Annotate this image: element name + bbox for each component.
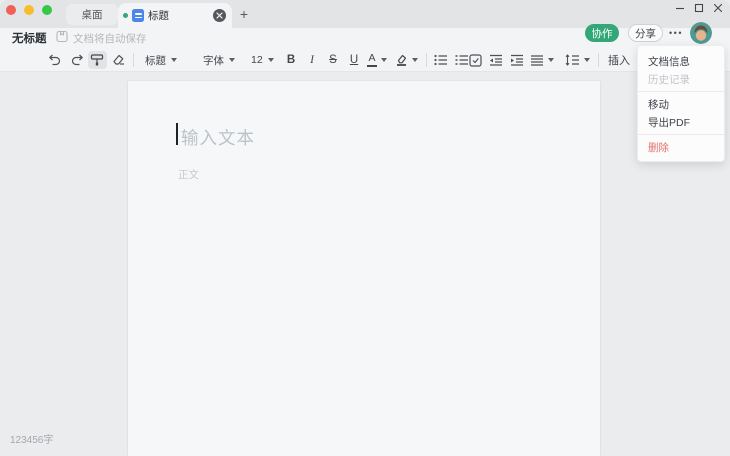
italic-button[interactable]: I (304, 52, 320, 68)
close-traffic-icon[interactable] (6, 5, 16, 15)
user-avatar[interactable] (690, 22, 712, 44)
chevron-down-icon (548, 58, 554, 62)
share-button[interactable]: 分享 (628, 24, 663, 42)
highlighter-icon (395, 53, 408, 67)
tab-document[interactable]: 标题 (118, 3, 232, 28)
line-spacing-dropdown[interactable] (565, 52, 590, 68)
document-page[interactable]: 输入文本 正文 (128, 81, 600, 456)
menu-item-history: 历史记录 (638, 70, 724, 88)
underline-label: U (349, 54, 359, 66)
unsaved-dot-icon (123, 13, 128, 18)
strikethrough-button[interactable]: S (325, 52, 341, 68)
align-icon (530, 54, 544, 66)
tab-document-label: 标题 (148, 10, 169, 22)
more-options-icon: ••• (669, 28, 683, 38)
tab-bar: 桌面 标题 + (0, 0, 730, 28)
chevron-down-icon (584, 58, 590, 62)
menu-item-doc-info[interactable]: 文档信息 (638, 52, 724, 70)
menu-item-doc-info-label: 文档信息 (648, 55, 690, 68)
bold-label: B (286, 54, 296, 66)
format-painter-icon[interactable] (89, 52, 105, 68)
align-dropdown[interactable] (530, 52, 554, 68)
menu-item-delete-label: 删除 (648, 141, 669, 154)
toolbar-separator (598, 53, 599, 67)
tab-desktop[interactable]: 桌面 (66, 4, 118, 25)
word-count: 123456字 (10, 435, 54, 446)
window-close-icon[interactable] (711, 1, 724, 14)
bullet-list-icon[interactable] (433, 52, 449, 68)
menu-item-history-label: 历史记录 (648, 73, 690, 86)
chevron-down-icon (412, 58, 418, 62)
menu-item-move-label: 移动 (648, 98, 669, 111)
font-size-dropdown[interactable]: 12 (251, 52, 274, 68)
heading-style-label: 标题 (145, 54, 166, 67)
undo-icon[interactable] (46, 52, 62, 68)
more-options-menu: 文档信息 历史记录 移动 导出PDF 删除 (637, 45, 725, 162)
checkbox-list-icon[interactable] (467, 52, 483, 68)
chevron-down-icon (381, 58, 387, 62)
share-label: 分享 (635, 27, 656, 40)
font-size-value: 12 (251, 54, 263, 66)
font-family-dropdown[interactable]: 字体 (203, 52, 235, 68)
font-family-label: 字体 (203, 54, 224, 67)
document-canvas: 输入文本 正文 123456字 (0, 72, 730, 456)
outdent-icon[interactable] (488, 52, 504, 68)
new-tab-button[interactable]: + (236, 6, 252, 22)
bold-button[interactable]: B (283, 52, 299, 68)
chevron-down-icon (171, 58, 177, 62)
eraser-icon[interactable] (110, 52, 126, 68)
font-color-icon: A (367, 53, 377, 67)
body-placeholder[interactable]: 正文 (178, 167, 199, 182)
menu-item-export-pdf[interactable]: 导出PDF (638, 113, 724, 131)
menu-item-move[interactable]: 移动 (638, 95, 724, 113)
highlight-color-dropdown[interactable] (395, 52, 418, 68)
menu-item-delete[interactable]: 删除 (638, 138, 724, 156)
text-cursor (176, 123, 178, 145)
more-options-button[interactable]: ••• (666, 24, 686, 42)
font-color-letter: A (368, 52, 376, 65)
window-maximize-icon[interactable] (692, 1, 705, 14)
minimize-traffic-icon[interactable] (24, 5, 34, 15)
font-color-dropdown[interactable]: A (367, 52, 387, 68)
heading-style-dropdown[interactable]: 标题 (145, 52, 177, 68)
italic-label: I (310, 54, 314, 66)
title-placeholder[interactable]: 输入文本 (181, 125, 255, 150)
line-spacing-icon (565, 54, 580, 66)
zoom-traffic-icon[interactable] (42, 5, 52, 15)
autosave-icon (56, 30, 68, 43)
strikethrough-label: S (329, 54, 337, 66)
redo-icon[interactable] (70, 52, 86, 68)
menu-divider (638, 91, 724, 92)
new-tab-label: + (239, 6, 249, 22)
tab-desktop-label: 桌面 (81, 9, 103, 21)
autosave-status: 文档将自动保存 (73, 33, 147, 45)
traffic-lights (6, 5, 52, 15)
app-window: 桌面 标题 + 无标题 文档将自动保存 协作 分享 ••• 标题 字体 12 B… (0, 0, 730, 456)
chevron-down-icon (267, 58, 274, 62)
window-minimize-icon[interactable] (673, 1, 686, 14)
collaborate-button[interactable]: 协作 (585, 24, 619, 42)
tab-close-icon[interactable] (213, 9, 226, 22)
indent-icon[interactable] (509, 52, 525, 68)
toolbar-separator (426, 53, 427, 67)
toolbar-separator (133, 53, 134, 67)
collaborate-label: 协作 (591, 27, 613, 40)
chevron-down-icon (229, 58, 235, 62)
document-title: 无标题 (12, 33, 47, 45)
document-icon (132, 9, 144, 22)
underline-button[interactable]: U (346, 52, 362, 68)
menu-item-export-pdf-label: 导出PDF (648, 116, 690, 129)
insert-label: 插入 (608, 55, 630, 67)
menu-divider (638, 134, 724, 135)
insert-button[interactable]: 插入 (608, 52, 630, 68)
